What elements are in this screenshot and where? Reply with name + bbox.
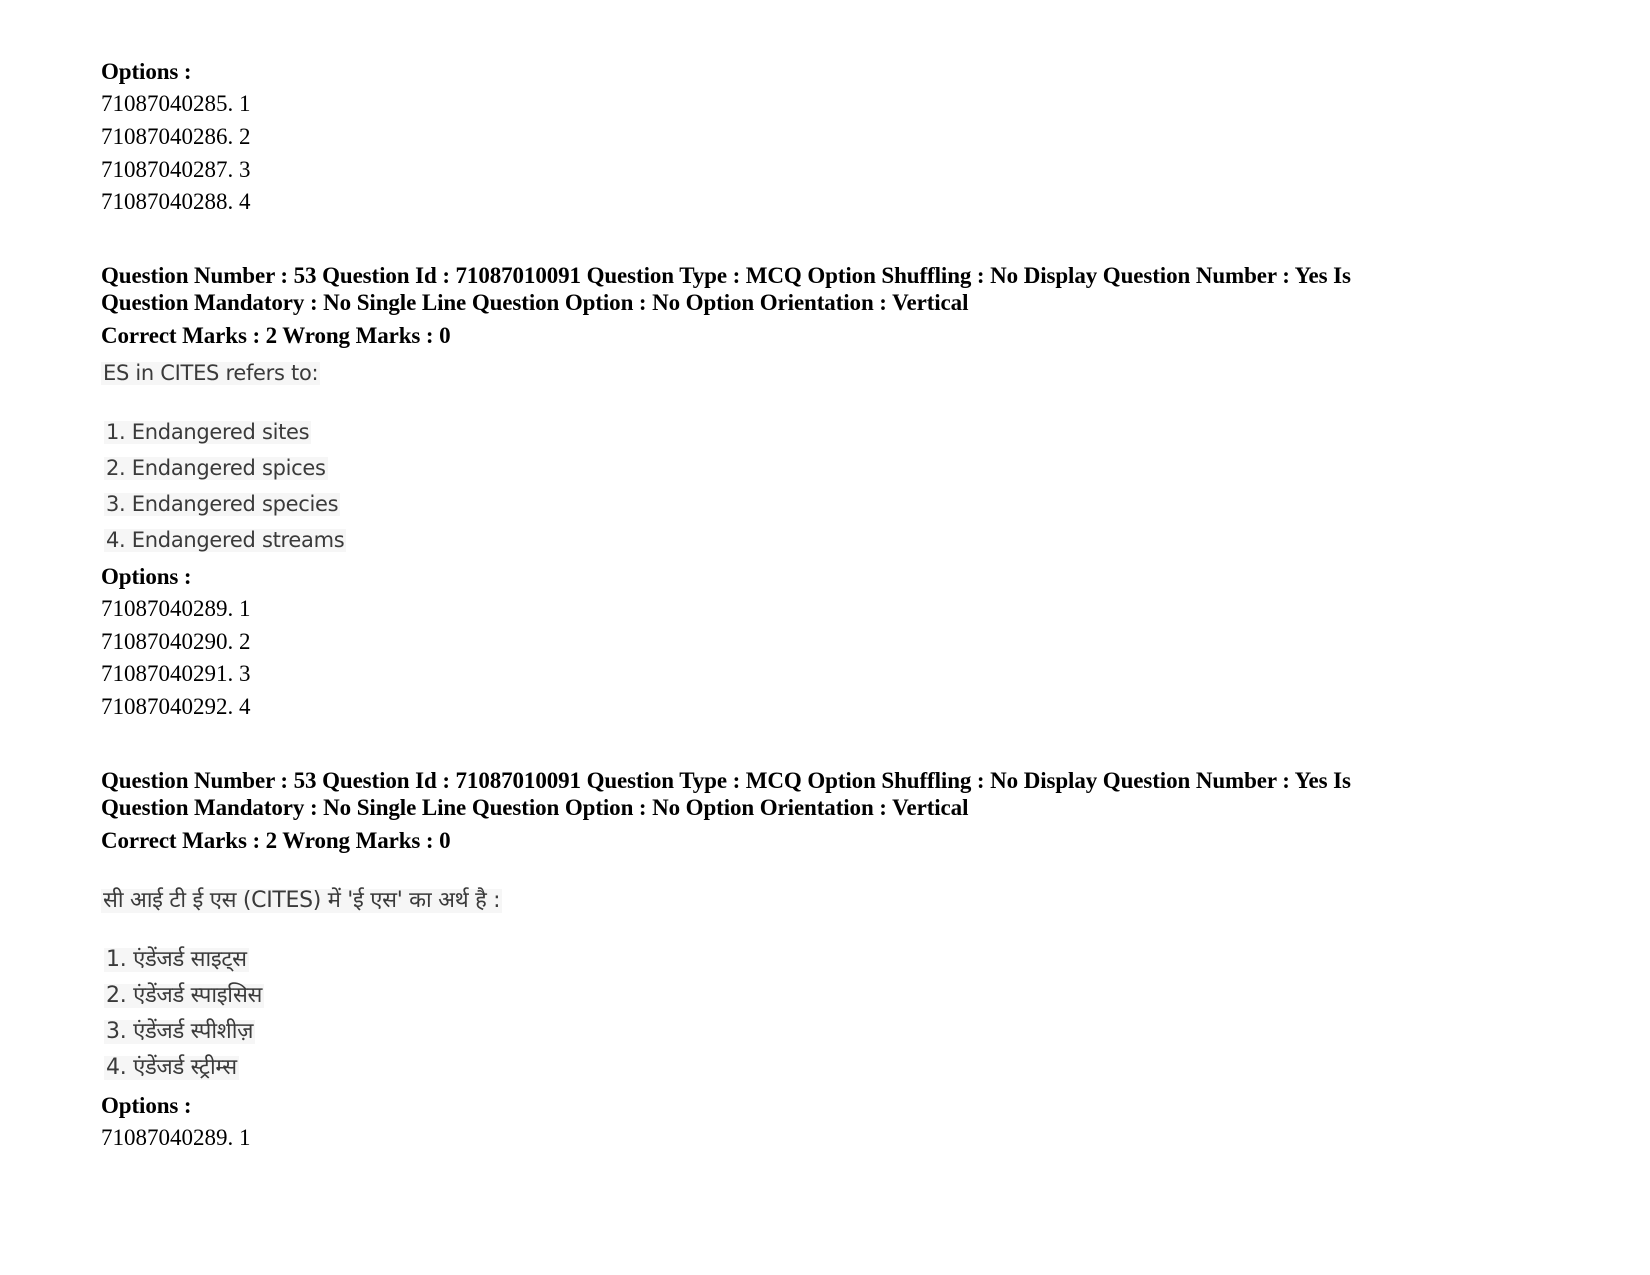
option-id-row: 71087040289. 1 xyxy=(101,596,251,621)
question-header-line1: Question Number : 53 Question Id : 71087… xyxy=(101,263,1351,288)
options-label: Options : xyxy=(101,564,192,589)
option-id-row: 71087040287. 3 xyxy=(101,157,251,182)
options-label: Options : xyxy=(101,1093,192,1118)
question-header-line2: Question Mandatory : No Single Line Ques… xyxy=(101,290,969,315)
option-id-row: 71087040291. 3 xyxy=(101,661,251,686)
question-header-line1: Question Number : 53 Question Id : 71087… xyxy=(101,768,1351,793)
option-id-row: 71087040292. 4 xyxy=(101,694,251,719)
option-id-row: 71087040288. 4 xyxy=(101,189,251,214)
question-choice: 2. Endangered spices xyxy=(104,456,328,480)
option-id-row: 71087040286. 2 xyxy=(101,124,251,149)
option-id-row: 71087040289. 1 xyxy=(101,1125,251,1150)
options-label: Options : xyxy=(101,59,192,84)
option-id-row: 71087040290. 2 xyxy=(101,629,251,654)
question-marks: Correct Marks : 2 Wrong Marks : 0 xyxy=(101,323,451,348)
question-choice: 2. एंडेंजर्ड स्पाइसिस xyxy=(104,983,265,1008)
question-choice: 1. Endangered sites xyxy=(104,420,312,444)
question-choice: 3. Endangered species xyxy=(104,492,341,516)
question-choice: 4. Endangered streams xyxy=(104,528,347,552)
option-id-row: 71087040285. 1 xyxy=(101,91,251,116)
question-text: ES in CITES refers to: xyxy=(101,361,321,385)
question-choice: 4. एंडेंजर्ड स्ट्रीम्स xyxy=(104,1055,239,1080)
question-choice: 3. एंडेंजर्ड स्पीशीज़ xyxy=(104,1019,256,1044)
question-text: सी आई टी ई एस (CITES) में 'ई एस' का अर्थ… xyxy=(101,888,503,913)
question-marks: Correct Marks : 2 Wrong Marks : 0 xyxy=(101,828,451,853)
question-header-line2: Question Mandatory : No Single Line Ques… xyxy=(101,795,969,820)
question-choice: 1. एंडेंजर्ड साइट्स xyxy=(104,947,249,972)
